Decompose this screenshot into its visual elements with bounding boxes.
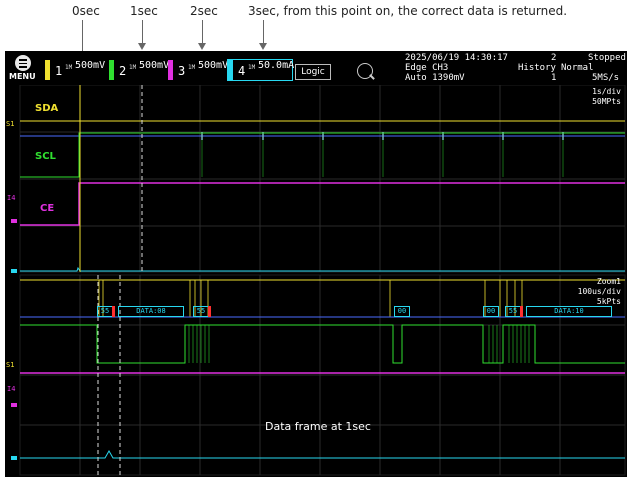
- ce-ground-markers: [11, 219, 17, 407]
- menu-label: MENU: [9, 72, 36, 81]
- annotation-1sec: 1sec: [130, 4, 158, 18]
- decode-byte-4[interactable]: 00: [394, 306, 410, 317]
- channel-3-scale: 500mV: [198, 60, 229, 71]
- zoom-grid: [20, 275, 625, 475]
- history-value: 1: [551, 73, 557, 83]
- channel-4-swatch: [228, 60, 233, 80]
- channel-4-scale: 50.0mA: [258, 60, 295, 71]
- timestamp: 2025/06/19 14:30:17: [405, 53, 508, 63]
- s1-marker: S1: [6, 120, 15, 128]
- channel-4-coupling: 1M: [248, 64, 256, 71]
- waveform-area: SDA SCL CE S1 S1 I4 I4 1s/div 50MPts Zoo…: [5, 84, 627, 477]
- channel-1-button[interactable]: 1 1M 500mV: [45, 60, 107, 80]
- main-grid: [20, 85, 625, 272]
- trigger-auto[interactable]: Auto 1390mV: [405, 73, 465, 83]
- annotation-2sec: 2sec: [190, 4, 218, 18]
- trigger-normal[interactable]: Normal: [561, 63, 594, 73]
- s1-marker-zoom: S1: [6, 361, 15, 369]
- decode-marker-red: [112, 306, 115, 317]
- annotation-0sec: 0sec: [72, 4, 100, 18]
- channel-2-number: 2: [119, 64, 127, 78]
- arrow-2sec: [198, 20, 206, 50]
- channel-1-swatch: [45, 60, 50, 80]
- decode-byte-3[interactable]: 55: [193, 306, 209, 317]
- channel-4-number: 4: [238, 64, 246, 78]
- sda-label: SDA: [35, 103, 59, 114]
- decode-data-2[interactable]: DATA:10: [526, 306, 612, 317]
- logic-button[interactable]: Logic: [295, 64, 331, 80]
- channel-1-scale: 500mV: [75, 60, 106, 71]
- acquisition-state[interactable]: Stopped: [588, 53, 626, 63]
- zoom-scl-clock: [188, 325, 530, 363]
- annotation-3sec: 3sec, from this point on, the correct da…: [248, 4, 568, 18]
- channel-1-coupling: 1M: [65, 64, 73, 71]
- zoom-timebase: Zoom1 100us/div 5kPts: [578, 277, 621, 307]
- main-timebase: 1s/div 50MPts: [592, 87, 621, 107]
- decode-byte-6[interactable]: 55: [505, 306, 521, 317]
- sample-rate: 5MS/s: [592, 73, 620, 83]
- channel-1-number: 1: [55, 64, 63, 78]
- channel-2-swatch: [109, 60, 114, 80]
- frame-annotation: Data frame at 1sec: [265, 420, 371, 433]
- waveform-svg: [11, 84, 626, 476]
- channel-3-button[interactable]: 3 1M 500mV: [168, 60, 230, 80]
- arrow-1sec: [138, 20, 146, 50]
- current-trace: [20, 266, 625, 272]
- channel-2-coupling: 1M: [129, 64, 137, 71]
- history-label[interactable]: History: [518, 63, 556, 73]
- acquisition-count: 2: [551, 53, 557, 63]
- trigger-mode[interactable]: Edge CH3: [405, 63, 448, 73]
- menu-icon: [15, 55, 31, 71]
- channel-4-button[interactable]: 4 1M 50.0mA: [227, 59, 295, 81]
- scope-toolbar: MENU 1 1M 500mV 2 1M 500mV 3 1M 500mV 4 …: [5, 51, 627, 85]
- zoom-icon[interactable]: [357, 63, 373, 79]
- channel-3-swatch: [168, 60, 173, 80]
- arrow-3sec: [259, 20, 267, 50]
- main-pts: 50MPts: [592, 97, 621, 106]
- decode-data-1[interactable]: DATA:08: [118, 306, 184, 317]
- scl-label: SCL: [35, 151, 56, 162]
- decode-marker-red-3: [520, 306, 523, 317]
- decode-byte-5[interactable]: 00: [483, 306, 499, 317]
- decode-byte-1[interactable]: 55: [97, 306, 113, 317]
- decode-marker-red-2: [208, 306, 211, 317]
- channel-3-coupling: 1M: [188, 64, 196, 71]
- ce-label: CE: [40, 203, 55, 214]
- zoom-scl-trace: [20, 324, 625, 364]
- i4-marker-zoom: I4: [7, 385, 16, 393]
- oscilloscope-screen: MENU 1 1M 500mV 2 1M 500mV 3 1M 500mV 4 …: [5, 51, 627, 477]
- i4-marker: I4: [7, 194, 16, 202]
- main-div: 1s/div: [592, 87, 621, 96]
- channel-3-number: 3: [178, 64, 186, 78]
- channel-2-scale: 500mV: [139, 60, 170, 71]
- zoom-div: 100us/div: [577, 287, 621, 296]
- menu-button[interactable]: MENU: [9, 55, 37, 83]
- channel-2-button[interactable]: 2 1M 500mV: [109, 60, 171, 80]
- zoom-name: Zoom1: [596, 277, 621, 286]
- ce-trace: [20, 182, 625, 226]
- zoom-current-trace: [20, 449, 625, 459]
